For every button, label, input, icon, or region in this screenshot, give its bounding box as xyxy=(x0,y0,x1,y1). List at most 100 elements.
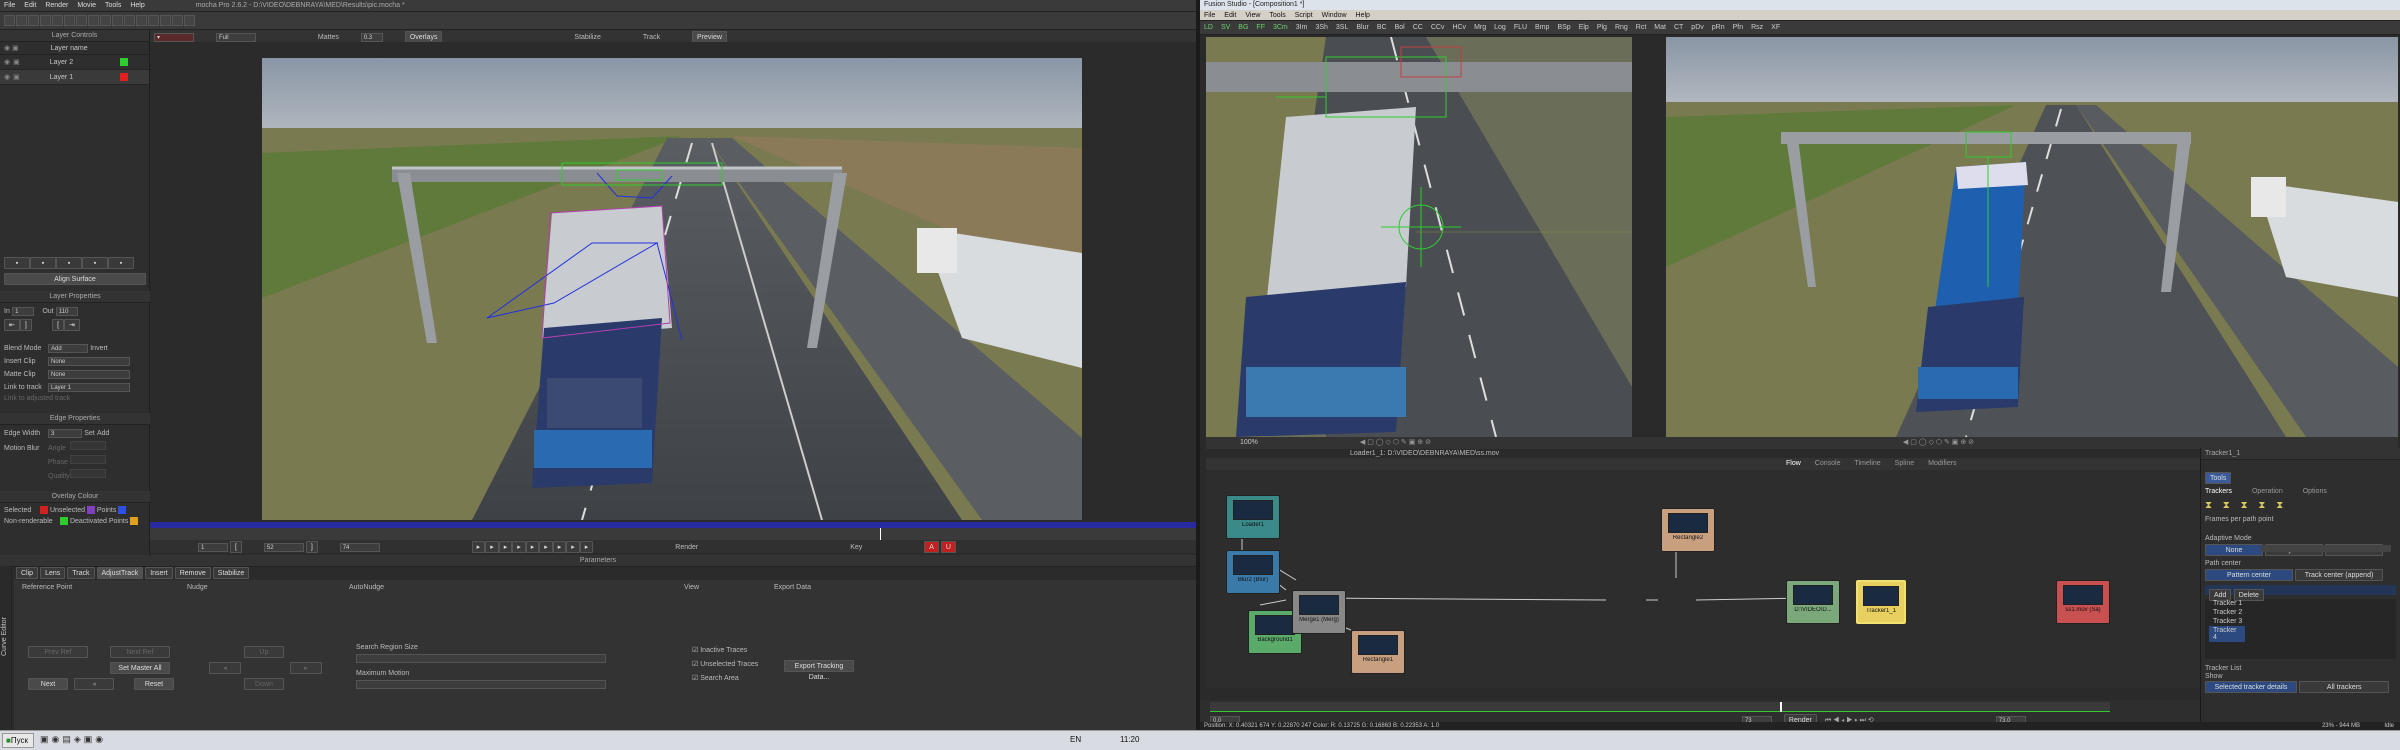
taskbar-app-icons[interactable]: ▣◉▤◈▣◉ xyxy=(40,734,106,745)
layer-row[interactable]: ◉ ▣ Layer 2 xyxy=(0,55,149,71)
nudge-up-button[interactable]: Up xyxy=(244,646,284,658)
playhead[interactable] xyxy=(880,528,881,540)
search-region-field[interactable] xyxy=(356,654,606,663)
deactivated-swatch[interactable] xyxy=(130,517,139,525)
flow-node[interactable]: Tracker1_1 xyxy=(1856,580,1906,624)
undo-icon[interactable] xyxy=(40,15,51,26)
edge-width-field[interactable]: 3 xyxy=(48,429,82,438)
selected-color-swatch[interactable] xyxy=(40,506,48,514)
bspline-icon[interactable] xyxy=(124,15,135,26)
mocha-frame[interactable] xyxy=(262,58,1082,520)
tool-button-pfn[interactable]: Pfn xyxy=(1733,24,1744,31)
current-frame-field[interactable]: 52 xyxy=(263,543,304,552)
prev-ref-button[interactable]: Prev Ref xyxy=(28,646,88,658)
zoom-value[interactable]: 0.3 xyxy=(360,33,383,42)
stop-icon[interactable]: ▸ xyxy=(525,541,540,553)
tool-button-mrg[interactable]: Mrg xyxy=(1474,24,1486,31)
phase-field[interactable] xyxy=(70,455,106,464)
open-icon[interactable] xyxy=(16,15,27,26)
visibility-icon[interactable]: ◉ xyxy=(4,59,10,66)
go-out-button[interactable]: [ xyxy=(52,319,65,331)
mocha-menu-render[interactable]: Render xyxy=(45,0,68,11)
selected-tracker-details-button[interactable]: Selected tracker details xyxy=(2205,681,2297,693)
tool-button-hcv[interactable]: HCv xyxy=(1452,24,1466,31)
fusion-time-ruler[interactable] xyxy=(1210,702,2110,712)
flow-node[interactable]: Rectangle1 xyxy=(1351,630,1405,674)
inspector-tab-trackers[interactable]: Trackers xyxy=(2205,488,2232,495)
tool-button-rct[interactable]: Rct xyxy=(1636,24,1647,31)
mocha-ruler[interactable] xyxy=(150,528,1196,540)
flow-scrollbar[interactable] xyxy=(1206,688,2200,700)
tool-button-bol[interactable]: Bol xyxy=(1395,24,1405,31)
flow-node[interactable]: Loader1 xyxy=(1226,495,1280,539)
tool-button-mat[interactable]: Mat xyxy=(1654,24,1666,31)
step-back-icon[interactable]: ▸ xyxy=(512,541,526,553)
rotate-icon[interactable] xyxy=(160,15,171,26)
redo-icon[interactable] xyxy=(52,15,63,26)
tab-stabilize[interactable]: Stabilize xyxy=(212,567,250,579)
points-color-swatch[interactable] xyxy=(118,506,127,514)
start-button[interactable]: ■Пуск xyxy=(2,733,34,748)
uberkey-button[interactable]: U xyxy=(940,541,956,553)
tracker-list-item[interactable]: Tracker 4 xyxy=(2209,626,2245,642)
tool-button-sv[interactable]: SV xyxy=(1221,24,1230,31)
flow-node[interactable]: Rectangle2 xyxy=(1661,508,1715,552)
tool-button-prn[interactable]: pRn xyxy=(1712,24,1725,31)
clip-select[interactable]: ▾ xyxy=(154,33,194,42)
set-in-point-button[interactable]: [ xyxy=(229,541,242,553)
mocha-menu-help[interactable]: Help xyxy=(130,0,144,11)
matte-clip-select[interactable]: None xyxy=(48,370,130,379)
prev-button[interactable]: ◂ xyxy=(74,678,114,690)
xspline-icon[interactable] xyxy=(112,15,123,26)
inspector-tab-options[interactable]: Options xyxy=(2303,488,2327,495)
move-icon[interactable] xyxy=(184,15,195,26)
new-icon[interactable] xyxy=(4,15,15,26)
add-point-icon[interactable] xyxy=(136,15,147,26)
add-layer-icon[interactable]: ▪ xyxy=(4,257,30,269)
set-in-button[interactable]: ⇤ xyxy=(4,319,20,331)
out-field[interactable]: 110 xyxy=(55,307,78,316)
track-toggle[interactable]: Track xyxy=(643,34,660,41)
duplicate-layer-icon[interactable]: ▪ xyxy=(30,257,56,269)
tracker-list-item[interactable]: Tracker 3 xyxy=(2209,617,2392,626)
mocha-menu-movie[interactable]: Movie xyxy=(77,0,96,11)
flow-node[interactable]: D:\VIDEO\D... xyxy=(1786,580,1840,624)
set-master-button[interactable]: Set Master All xyxy=(110,662,170,674)
fusion-viewer-right[interactable] xyxy=(1666,37,2398,437)
fusion-menu-view[interactable]: View xyxy=(1245,11,1260,21)
fusion-menu-file[interactable]: File xyxy=(1204,11,1215,21)
tab-modifiers[interactable]: Modifiers xyxy=(1928,460,1956,467)
key-label[interactable]: Key xyxy=(850,544,862,551)
all-trackers-button[interactable]: All trackers xyxy=(2299,681,2390,693)
fusion-menu-edit[interactable]: Edit xyxy=(1224,11,1236,21)
link-to-track-select[interactable]: Layer 1 xyxy=(48,383,130,392)
viewer-right-frame[interactable] xyxy=(1666,37,2398,437)
tool-button-log[interactable]: Log xyxy=(1494,24,1506,31)
add-edge-button[interactable]: Add xyxy=(97,430,109,437)
tab-remove[interactable]: Remove xyxy=(174,567,211,579)
tool-button-rng[interactable]: Rng xyxy=(1615,24,1628,31)
nudge-down-button[interactable]: Down xyxy=(244,678,284,690)
tool-button-xf[interactable]: XF xyxy=(1771,24,1780,31)
mocha-viewer[interactable] xyxy=(150,42,1196,522)
layer-color-swatch[interactable] xyxy=(119,58,128,67)
tool-button-ct[interactable]: CT xyxy=(1674,24,1683,31)
tool-button-ld[interactable]: LD xyxy=(1204,24,1213,31)
tab-timeline[interactable]: Timeline xyxy=(1854,460,1880,467)
tools-button[interactable]: Tools xyxy=(2205,472,2232,484)
stabilize-toggle[interactable]: Stabilize xyxy=(574,34,600,41)
unselected-color-swatch[interactable] xyxy=(86,506,95,514)
tracker-list-item[interactable]: Tracker 1 xyxy=(2209,599,2392,608)
end-frame-field[interactable]: 74 xyxy=(339,543,380,552)
curve-editor-side-tab[interactable]: Curve Editor xyxy=(0,566,12,730)
lock-icon[interactable]: ▣ xyxy=(12,45,19,52)
non-renderable-swatch[interactable] xyxy=(60,517,68,525)
reset-button[interactable]: Reset xyxy=(134,678,174,690)
tool-button-bsp[interactable]: BSp xyxy=(1557,24,1570,31)
flow-node[interactable]: ss1.mov (Sa) xyxy=(2056,580,2110,624)
search-area-checkbox[interactable]: ☑ Search Area xyxy=(692,674,739,682)
viewer-left-frame[interactable] xyxy=(1206,37,1632,437)
tab-insert[interactable]: Insert xyxy=(145,567,173,579)
transform-icon[interactable] xyxy=(148,15,159,26)
mocha-menu-file[interactable]: File xyxy=(4,0,15,11)
